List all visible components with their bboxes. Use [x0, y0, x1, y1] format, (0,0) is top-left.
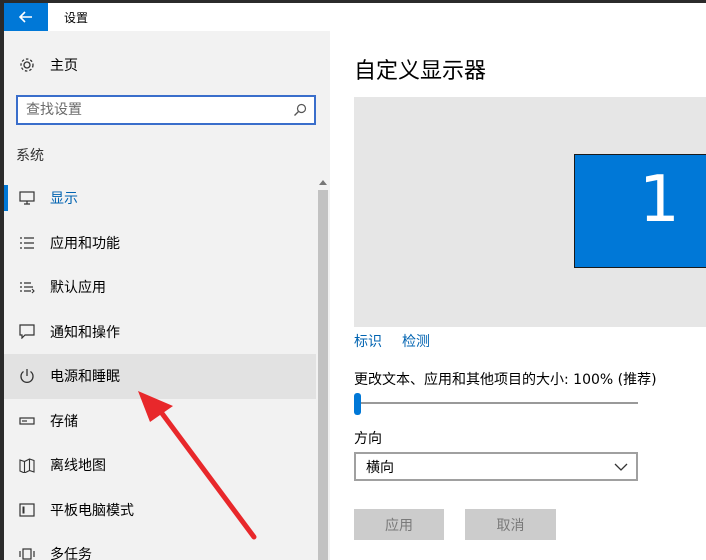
storage-icon [4, 416, 50, 426]
sidebar-item-default-apps[interactable]: 默认应用 [4, 265, 316, 310]
slider-thumb[interactable] [354, 393, 361, 415]
sidebar-item-label: 默认应用 [50, 280, 106, 297]
sidebar-item-power-sleep[interactable]: 电源和睡眠 [4, 354, 316, 399]
monitor-tile[interactable]: 1 [574, 154, 706, 268]
scroll-up-icon[interactable] [316, 176, 330, 188]
display-arrangement-preview: 1 [354, 97, 706, 327]
back-arrow-icon [19, 11, 32, 23]
sidebar-item-offline-maps[interactable]: 离线地图 [4, 443, 316, 488]
window-title: 设置 [64, 11, 89, 25]
gear-icon [4, 56, 50, 74]
sidebar-item-label: 平板电脑模式 [50, 502, 134, 519]
sidebar-item-label: 主页 [50, 58, 78, 74]
sidebar-item-label: 离线地图 [50, 458, 106, 475]
orientation-value: 横向 [366, 459, 394, 476]
page-title: 自定义显示器 [354, 59, 487, 84]
sidebar-item-home[interactable]: 主页 [4, 51, 330, 79]
sidebar-item-storage[interactable]: 存储 [4, 399, 316, 444]
chevron-down-icon [606, 463, 636, 471]
slider-track [354, 402, 638, 404]
apply-button[interactable]: 应用 [354, 509, 444, 540]
multitask-icon [4, 548, 50, 560]
sidebar-item-label: 显示 [50, 191, 78, 208]
display-icon [4, 191, 50, 205]
scale-label: 更改文本、应用和其他项目的大小: 100% (推荐) [354, 372, 657, 388]
sidebar-item-label: 存储 [50, 413, 78, 430]
search-input[interactable] [18, 97, 286, 123]
sidebar-item-label: 电源和睡眠 [50, 369, 120, 386]
detect-link[interactable]: 检测 [402, 331, 430, 351]
sidebar-item-notifications[interactable]: 通知和操作 [4, 310, 316, 355]
display-links: 标识 检测 [354, 331, 430, 351]
sidebar-item-tablet-mode[interactable]: 平板电脑模式 [4, 488, 316, 533]
map-icon [4, 458, 50, 473]
orientation-select[interactable]: 横向 [354, 452, 638, 481]
power-icon [4, 368, 50, 384]
apps-list-icon [4, 236, 50, 250]
sidebar: 主页 系统 显示 应用和功能 默认应用 [4, 31, 330, 560]
sidebar-item-label: 多任务 [50, 547, 92, 560]
scroll-thumb[interactable] [318, 190, 328, 560]
sidebar-item-multitasking[interactable]: 多任务 [4, 532, 316, 560]
section-title: 系统 [16, 148, 44, 164]
main-content: 自定义显示器 1 标识 检测 更改文本、应用和其他项目的大小: 100% (推荐… [330, 31, 706, 560]
tablet-icon [4, 503, 50, 517]
sidebar-nav: 显示 应用和功能 默认应用 通知和操作 电源和睡眠 存储 离线地图 平板电脑模式… [4, 176, 316, 560]
back-button[interactable] [4, 3, 48, 31]
sidebar-item-label: 通知和操作 [50, 324, 120, 341]
sidebar-item-label: 应用和功能 [50, 235, 120, 252]
identify-link[interactable]: 标识 [354, 331, 382, 351]
monitor-number: 1 [639, 163, 680, 237]
search-icon[interactable] [286, 103, 314, 117]
sidebar-scrollbar[interactable] [316, 176, 330, 560]
title-bar: 设置 [4, 3, 706, 31]
search-box [16, 95, 316, 125]
orientation-label: 方向 [354, 431, 382, 447]
cancel-button[interactable]: 取消 [465, 509, 556, 540]
sidebar-item-apps[interactable]: 应用和功能 [4, 221, 316, 266]
notification-icon [4, 324, 50, 340]
sidebar-item-display[interactable]: 显示 [4, 176, 316, 221]
scale-slider[interactable] [354, 391, 638, 415]
default-apps-icon [4, 280, 50, 294]
